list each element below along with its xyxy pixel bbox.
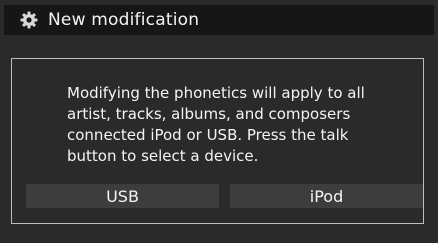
title-bar: New modification xyxy=(4,5,434,35)
usb-button[interactable]: USB xyxy=(26,184,219,208)
confirmation-dialog: Modifying the phonetics will apply to al… xyxy=(11,58,424,224)
dialog-message: Modifying the phonetics will apply to al… xyxy=(67,84,365,165)
page-title: New modification xyxy=(48,10,200,30)
gear-icon xyxy=(20,11,38,29)
screen: New modification Modifying the phonetics… xyxy=(0,0,438,243)
ipod-button[interactable]: iPod xyxy=(230,184,423,208)
